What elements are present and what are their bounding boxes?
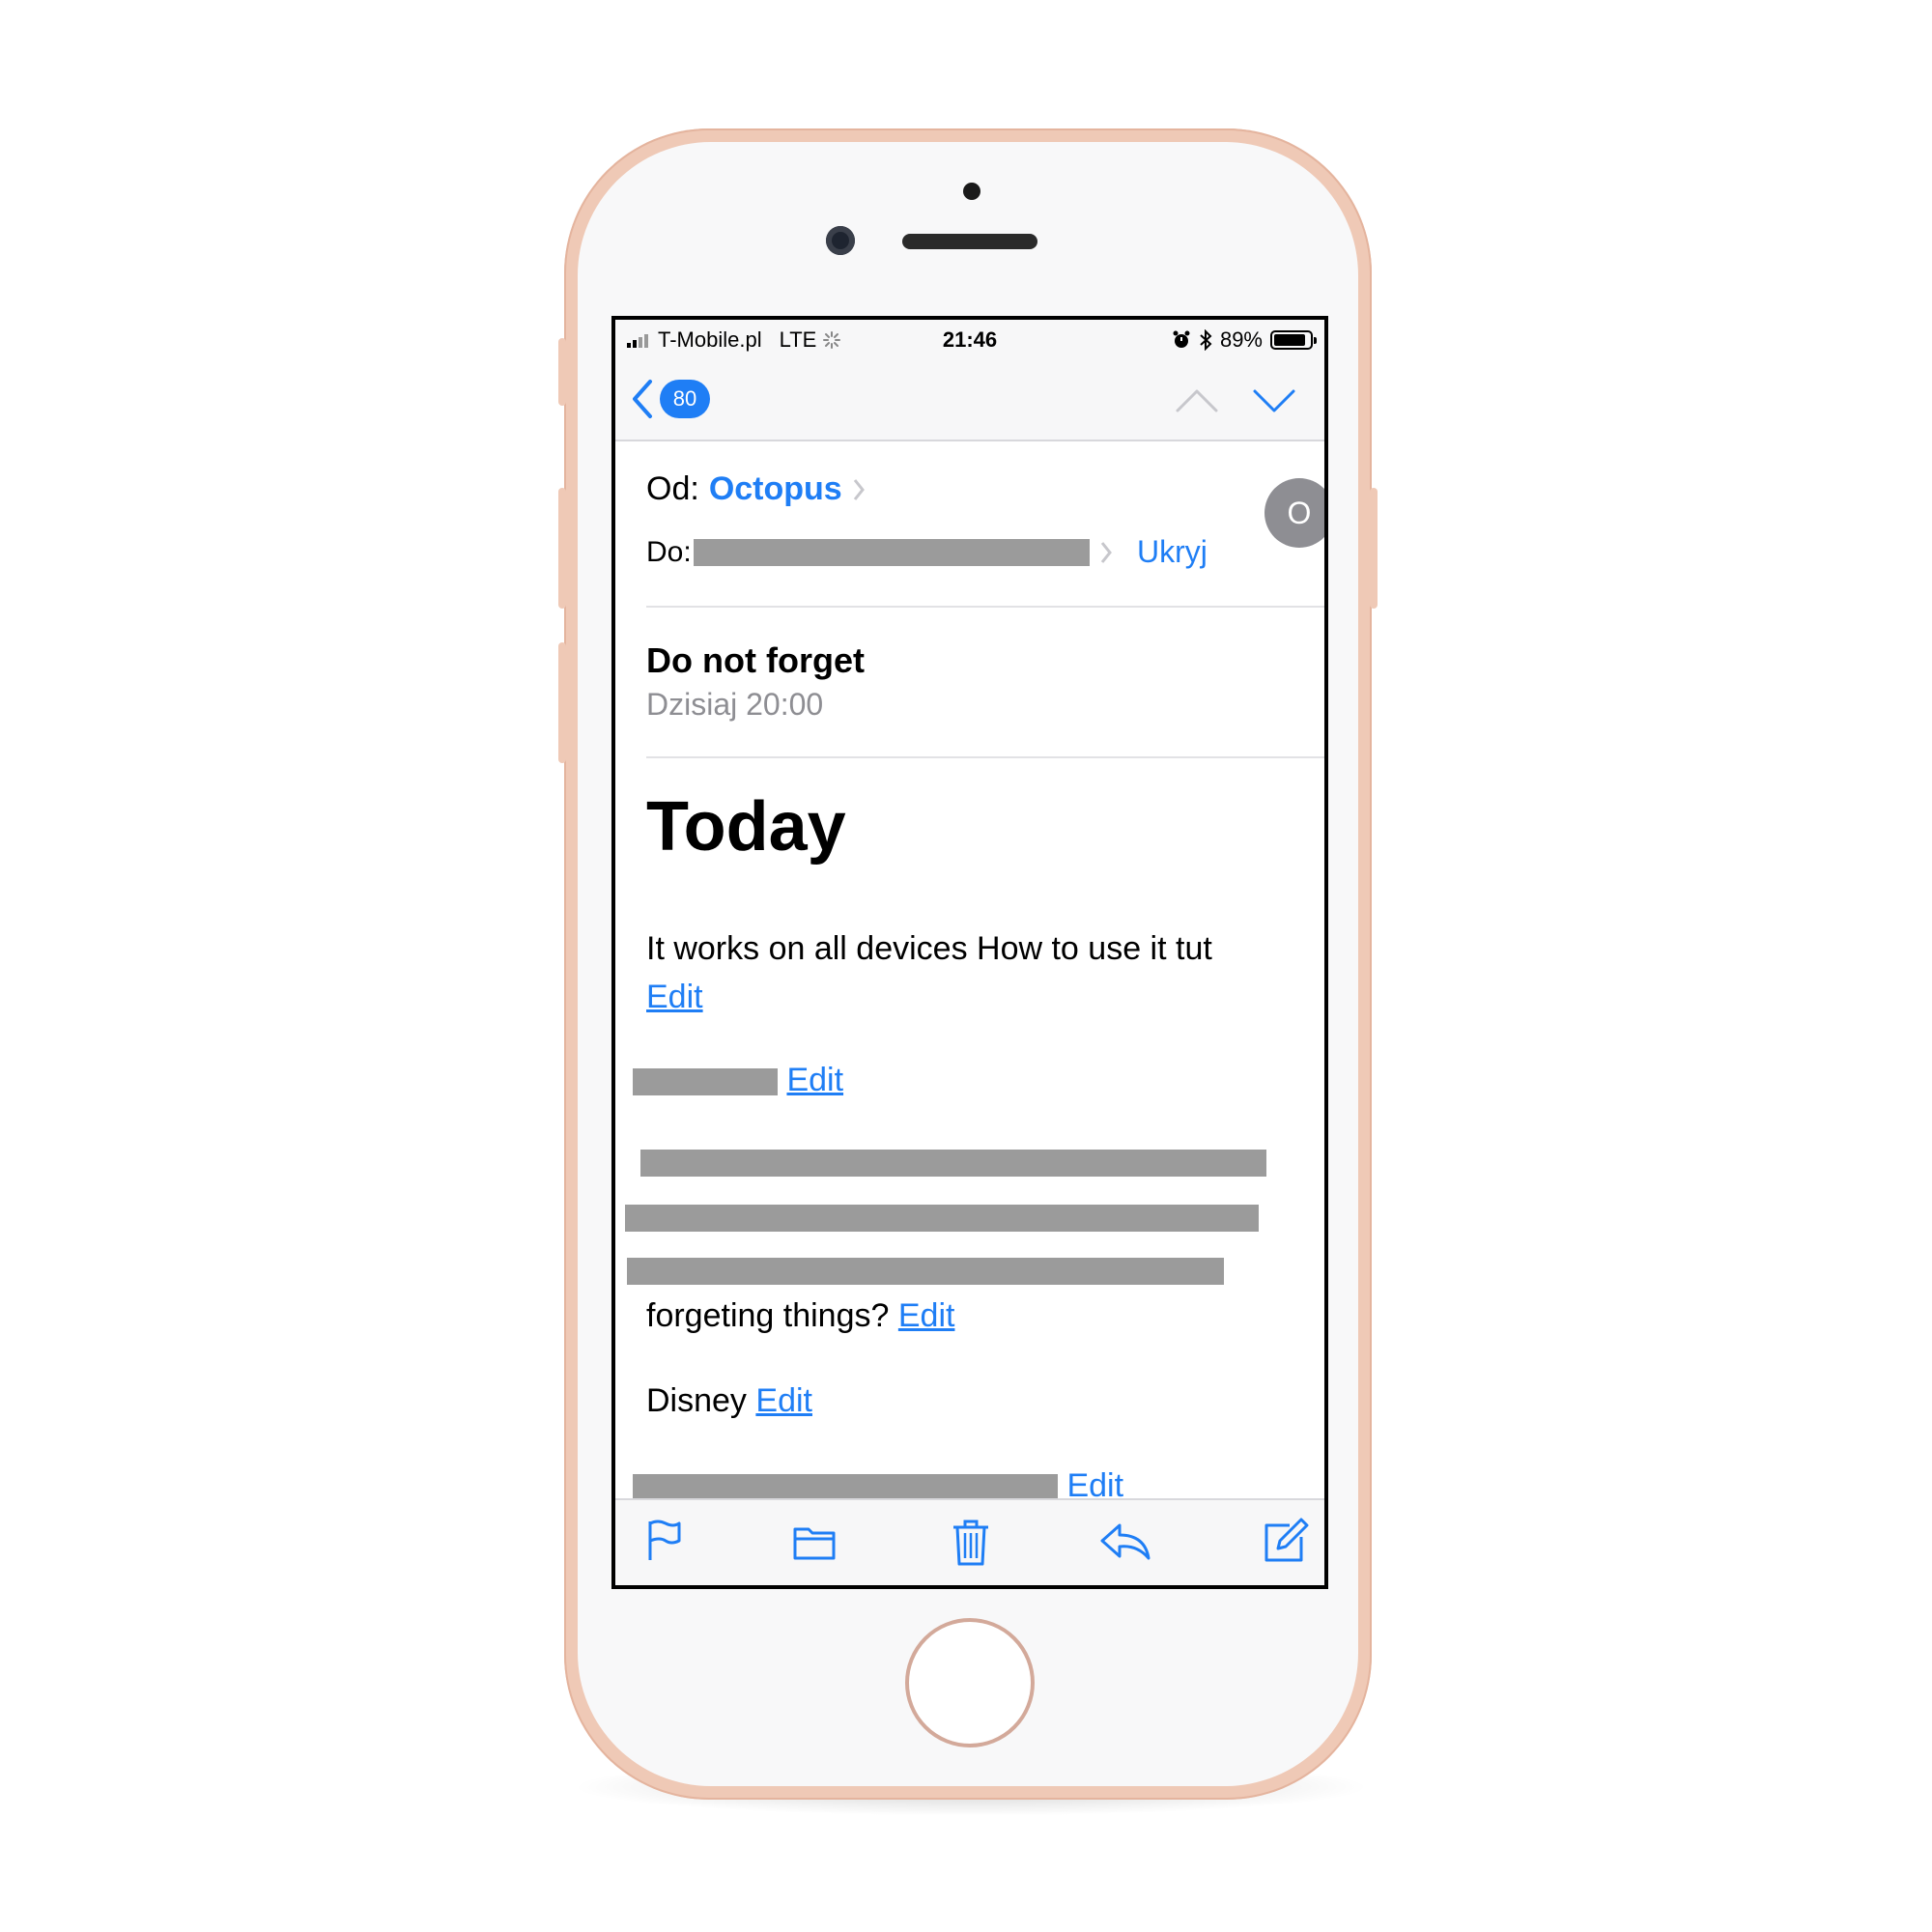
- redacted-text: [633, 1068, 778, 1096]
- message-date: Dzisiaj 20:00: [646, 687, 824, 722]
- body-title: Today: [646, 788, 846, 866]
- reply-icon[interactable]: [1098, 1518, 1152, 1564]
- redacted-recipient: [693, 539, 1090, 566]
- status-bar: T-Mobile.pl LTE 21:46 89%: [615, 320, 1324, 362]
- battery-icon: [1270, 330, 1317, 350]
- recipient-chevron-icon: [1100, 542, 1112, 563]
- power-button: [1370, 488, 1378, 609]
- status-right: 89%: [1172, 327, 1317, 353]
- hide-details-link[interactable]: Ukryj: [1137, 534, 1208, 570]
- list-item: forgeting things? Edit: [646, 1292, 954, 1340]
- compose-icon[interactable]: [1263, 1518, 1309, 1564]
- redacted-text: [625, 1205, 1259, 1232]
- sender-chevron-icon: [853, 478, 865, 500]
- list-item: Disney Edit: [646, 1377, 812, 1425]
- to-label: Do:: [646, 536, 692, 568]
- item-text: It works on all devices How to use it tu…: [646, 930, 1212, 967]
- up-arrow-icon[interactable]: [1176, 382, 1218, 420]
- from-label: Od:: [646, 470, 699, 507]
- silent-switch: [558, 338, 566, 406]
- edit-link[interactable]: Edit: [646, 979, 703, 1015]
- item-text: forgeting things?: [646, 1297, 890, 1334]
- battery-percent: 89%: [1219, 327, 1263, 352]
- folder-icon[interactable]: [791, 1518, 838, 1564]
- screen: T-Mobile.pl LTE 21:46 89% 80 Od: Octopus…: [611, 316, 1328, 1589]
- edit-link[interactable]: Edit: [898, 1297, 955, 1334]
- unread-count-badge: 80: [660, 380, 710, 418]
- front-camera: [826, 226, 855, 255]
- from-row: Od: Octopus: [646, 470, 866, 508]
- edit-link[interactable]: Edit: [755, 1382, 812, 1419]
- proximity-sensor: [963, 183, 980, 200]
- list-item: It works on all devices How to use it tu…: [646, 924, 1303, 1021]
- flag-icon[interactable]: [644, 1518, 683, 1564]
- avatar: O: [1264, 478, 1324, 548]
- to-row: Do:: [646, 536, 1113, 569]
- subject: Do not forget: [646, 640, 865, 680]
- bluetooth-icon: [1200, 329, 1212, 351]
- home-button[interactable]: [905, 1618, 1035, 1747]
- earpiece-speaker: [902, 234, 1037, 249]
- sender-name[interactable]: Octopus: [709, 470, 842, 508]
- back-button[interactable]: 80: [631, 378, 710, 420]
- subject-block: Do not forget Dzisiaj 20:00: [646, 608, 1324, 758]
- back-chevron-icon: [633, 380, 652, 418]
- trash-icon[interactable]: [950, 1518, 992, 1568]
- list-item: Edit: [633, 1056, 843, 1104]
- alarm-icon: [1173, 330, 1190, 348]
- item-text: Disney: [646, 1382, 747, 1419]
- down-arrow-icon[interactable]: [1253, 382, 1295, 420]
- redacted-text: [633, 1474, 1058, 1502]
- volume-up-button: [558, 488, 566, 609]
- redacted-text: [640, 1150, 1266, 1177]
- message-content: Od: Octopus Do: Ukryj O Do not forget Dz…: [615, 441, 1324, 1504]
- navigation-bar: 80: [615, 362, 1324, 441]
- battery-fill: [1274, 334, 1306, 346]
- bottom-toolbar: [615, 1498, 1324, 1585]
- redacted-text: [627, 1258, 1224, 1285]
- edit-link[interactable]: Edit: [786, 1062, 843, 1098]
- message-header: Od: Octopus Do: Ukryj O: [646, 441, 1324, 608]
- volume-down-button: [558, 642, 566, 763]
